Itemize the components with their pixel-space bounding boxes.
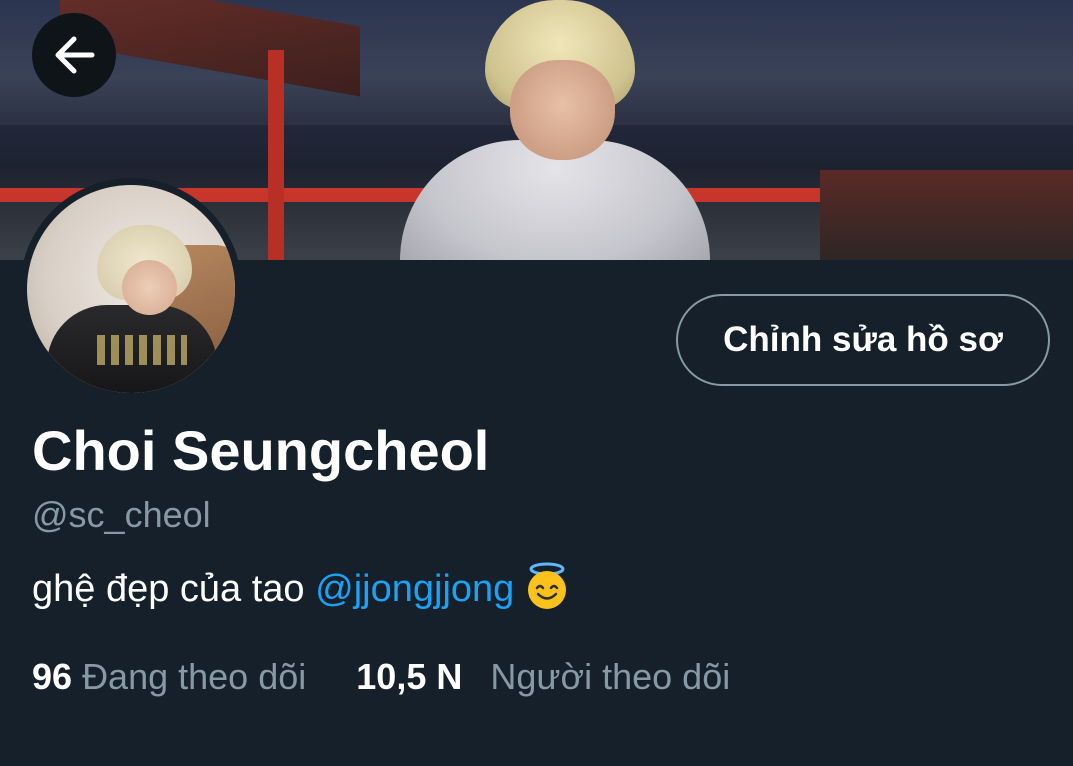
profile-bio: ghệ đẹp của tao @jjongjjong [32,561,572,611]
avatar-shirt-print [97,335,187,365]
avatar-face [122,260,177,315]
followers-stat[interactable]: 10,5 N Người theo dõi [356,656,730,698]
banner-person-face [510,60,615,160]
followers-count: 10,5 N [356,656,463,697]
smiling-face-with-halo-icon [522,561,572,611]
edit-profile-button[interactable]: Chỉnh sửa hồ sơ [676,294,1050,386]
avatar[interactable] [27,185,235,393]
back-button[interactable] [32,13,116,97]
followers-label: Người theo dõi [490,656,731,697]
banner-red-pole [268,50,284,260]
display-name: Choi Seungcheol [32,419,490,482]
following-label: Đang theo dõi [82,656,307,697]
avatar-frame[interactable] [20,178,242,400]
bio-mention-link[interactable]: @jjongjjong [315,568,514,610]
banner-person [400,0,710,260]
user-handle: @sc_cheol [32,494,211,535]
following-stat[interactable]: 96 Đang theo dõi [32,656,306,698]
banner-right-structure [820,170,1073,260]
profile-stats: 96 Đang theo dõi 10,5 N Người theo dõi [32,656,730,698]
bio-text: ghệ đẹp của tao [32,568,316,610]
following-count: 96 [32,656,73,697]
arrow-left-icon [55,36,95,74]
